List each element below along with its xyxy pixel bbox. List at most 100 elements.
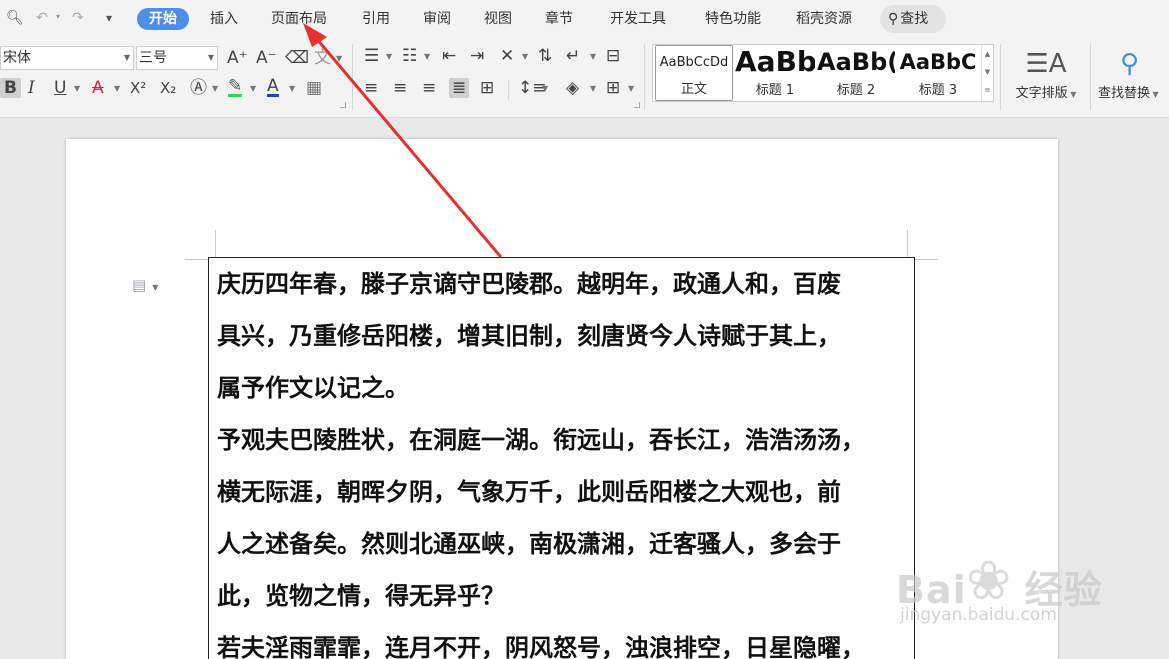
text-line: 属予作文以记之。 — [217, 373, 409, 402]
tab-special-features[interactable]: 特色功能 — [705, 8, 761, 30]
strikethrough-button[interactable]: A — [92, 78, 104, 98]
style-label: 正文 — [680, 82, 707, 97]
font-color-button[interactable]: A — [267, 78, 279, 97]
tab-page-layout[interactable]: 页面布局 — [271, 8, 327, 30]
paragraph-dialog-launcher[interactable] — [634, 102, 640, 108]
bold-button[interactable]: B — [0, 78, 21, 98]
tab-review[interactable]: 审阅 — [423, 8, 451, 30]
chevron-down-icon[interactable]: ▼ — [522, 52, 528, 61]
text-layout-icon: ☰A — [1025, 49, 1067, 79]
crop-mark — [907, 230, 908, 258]
bullets-icon[interactable]: ☰ — [364, 46, 379, 66]
chinese-layout-icon[interactable]: ✕ — [500, 46, 514, 66]
style-heading-1[interactable]: AaBb 标题 1 — [735, 45, 815, 101]
text-layout-label: 文字排版 — [1015, 86, 1068, 101]
style-label: 标题 3 — [918, 83, 958, 98]
font-size-select[interactable]: 三号 ▼ — [136, 46, 218, 70]
clear-format-icon[interactable]: ⌫ — [285, 48, 309, 68]
text-line: 此，览物之情，得无异乎？ — [217, 581, 505, 610]
show-marks-icon[interactable]: ↵ — [566, 46, 580, 66]
crop-mark — [914, 259, 938, 260]
gallery-scroll[interactable]: ▲ ▼ ≡ — [981, 45, 993, 101]
text-layout-button[interactable]: ☰A 文字排版 ▼ — [1008, 46, 1084, 101]
text-line: 具兴，乃重修岳阳楼，增其旧制，刻唐贤今人诗赋于其上， — [217, 321, 841, 350]
chevron-down-icon[interactable]: ▼ — [982, 63, 993, 81]
text-effects-icon[interactable]: Ⓐ — [190, 78, 207, 98]
style-preview: AaBbC — [899, 50, 977, 74]
chevron-down-icon[interactable]: ▼ — [590, 52, 596, 61]
decrease-indent-icon[interactable]: ⇤ — [442, 46, 456, 66]
borders-icon[interactable]: ⊞ — [606, 78, 620, 98]
separator — [644, 44, 645, 110]
align-center-icon[interactable]: ≡ — [393, 78, 407, 98]
chevron-down-icon[interactable]: ▼ — [386, 52, 392, 61]
tab-insert[interactable]: 插入 — [210, 8, 238, 30]
justify-icon[interactable]: ≣ — [449, 78, 470, 98]
distributed-icon[interactable]: ⊞ — [480, 78, 494, 98]
chevron-down-icon: ▼ — [123, 53, 130, 62]
search-icon: ⚲ — [888, 11, 899, 27]
crop-mark — [185, 259, 209, 260]
find-replace-label: 查找替换 — [1098, 86, 1151, 101]
search-tab-label: 查找 — [900, 11, 929, 27]
font-size-value: 三号 — [139, 50, 167, 66]
numbering-icon[interactable]: ☷ — [402, 46, 417, 66]
align-left-icon[interactable]: ≡ — [364, 78, 378, 98]
find-replace-button[interactable]: ⚲ 查找替换 ▼ — [1098, 46, 1169, 101]
font-name-select[interactable]: 宋体 ▼ — [0, 46, 134, 70]
tab-home[interactable]: 开始 — [137, 8, 189, 30]
italic-button[interactable]: I — [28, 78, 35, 98]
grow-font-icon[interactable]: A⁺ — [227, 48, 248, 68]
chevron-down-icon[interactable]: ▼ — [250, 84, 256, 93]
undo-dropdown-icon[interactable]: ▾ — [56, 12, 60, 21]
tab-chapter[interactable]: 章节 — [545, 8, 573, 30]
subscript-button[interactable]: X₂ — [160, 78, 176, 98]
chevron-down-icon[interactable]: ▼ — [74, 84, 80, 93]
style-normal[interactable]: AaBbCcDd 正文 — [655, 45, 733, 101]
chevron-up-icon[interactable]: ▲ — [982, 45, 993, 63]
watermark-url: jingyan.baidu.com — [900, 605, 1057, 625]
style-heading-2[interactable]: AaBb( 标题 2 — [817, 45, 895, 101]
pinyin-icon[interactable]: 文 — [314, 48, 331, 68]
font-name-value: 宋体 — [3, 50, 31, 66]
tab-developer[interactable]: 开发工具 — [610, 8, 666, 30]
magnifier-icon: ⚲ — [1120, 49, 1140, 79]
increase-indent-icon[interactable]: ⇥ — [470, 46, 484, 66]
text-line: 庆历四年春，滕子京谪守巴陵郡。越明年，政通人和，百废 — [217, 269, 841, 298]
chevron-down-icon[interactable]: ▼ — [336, 54, 342, 63]
search-tab[interactable]: ⚲ 查找 — [880, 5, 946, 33]
text-line: 横无际涯，朝晖夕阴，气象万千，此则岳阳楼之大观也，前 — [217, 477, 841, 506]
tab-docer-resources[interactable]: 稻壳资源 — [796, 8, 852, 30]
undo-icon[interactable]: ↶ — [36, 9, 48, 27]
more-icon[interactable]: ≡ — [982, 81, 993, 99]
redo-icon[interactable]: ↷ — [72, 9, 84, 27]
chevron-down-icon[interactable]: ▼ — [289, 84, 295, 93]
align-right-icon[interactable]: ≡ — [422, 78, 436, 98]
chevron-down-icon[interactable]: ▼ — [542, 84, 548, 93]
style-label: 标题 1 — [755, 83, 795, 98]
chevron-down-icon[interactable]: ▼ — [212, 84, 218, 93]
char-border-icon[interactable]: ▦ — [306, 78, 322, 98]
chevron-down-icon[interactable]: ▼ — [590, 84, 596, 93]
shading-icon[interactable]: ◈ — [566, 78, 579, 98]
style-heading-3[interactable]: AaBbC 标题 3 — [897, 45, 979, 101]
chevron-down-icon[interactable]: ▼ — [628, 84, 634, 93]
text-box[interactable]: 庆历四年春，滕子京谪守巴陵郡。越明年，政通人和，百废 具兴，乃重修岳阳楼，增其旧… — [208, 257, 915, 659]
chevron-down-icon: ▼ — [207, 53, 214, 62]
paragraph-handle[interactable]: ▤ ▼ — [132, 276, 158, 294]
customize-icon[interactable]: ▾ — [106, 9, 112, 27]
chevron-down-icon[interactable]: ▼ — [114, 84, 120, 93]
superscript-button[interactable]: X² — [130, 78, 146, 98]
style-preview: AaBbCcDd — [659, 55, 729, 70]
tab-references[interactable]: 引用 — [362, 8, 390, 30]
tab-stops-icon[interactable]: ⊟ — [606, 46, 620, 66]
shrink-font-icon[interactable]: A⁻ — [256, 48, 277, 68]
print-preview-icon[interactable]: 🔍︎ — [6, 9, 24, 27]
font-dialog-launcher[interactable] — [340, 102, 346, 108]
sort-icon[interactable]: ⇅ — [538, 46, 552, 66]
highlight-button[interactable]: ✎ — [228, 78, 243, 97]
underline-button[interactable]: U — [54, 78, 66, 98]
style-preview: AaBb( — [817, 48, 895, 76]
chevron-down-icon[interactable]: ▼ — [424, 52, 430, 61]
tab-view[interactable]: 视图 — [484, 8, 512, 30]
